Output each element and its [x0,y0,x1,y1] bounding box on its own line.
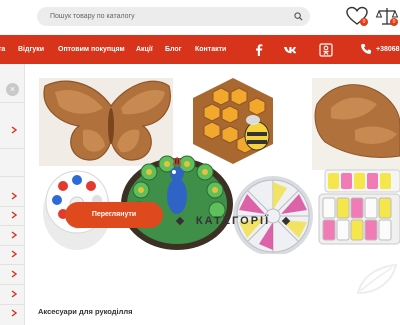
butterfly-tray-image [39,78,173,166]
wishlist-count-badge: 0 [360,18,368,26]
search-icon[interactable] [294,12,303,21]
nav-item-blog[interactable]: Блог [165,35,182,64]
nav-item-contacts[interactable]: Контакти [195,35,226,64]
sidebar-divider [0,284,25,285]
sidebar-divider [0,148,25,149]
main-content: Переглянути [25,64,400,325]
chevron-right-icon[interactable] [10,309,18,317]
search-input[interactable] [37,7,287,26]
categories-heading: КАТЕГОРІЇ [173,213,293,229]
categories-title-text: КАТЕГОРІЇ [195,215,271,227]
chevron-right-icon[interactable] [10,126,18,134]
chevron-right-icon[interactable] [10,270,18,278]
main-nav: та Відгуки Оптовим покупцям Акції Блог К… [0,35,400,64]
nav-item-partial[interactable]: та [0,35,5,64]
nav-phone-number[interactable]: +38068 [376,35,400,64]
compare-button[interactable]: 0 [375,5,399,27]
nav-item-wholesale[interactable]: Оптовим покупцям [58,35,125,64]
sidebar-divider [0,206,25,207]
chevron-right-icon[interactable] [10,231,18,239]
sidebar-divider [0,102,25,103]
phone-icon [361,44,371,54]
nav-item-reviews[interactable]: Відгуки [18,35,44,64]
chevron-right-icon[interactable] [10,211,18,219]
nav-item-sales[interactable]: Акції [136,35,153,64]
leaf-ornament-icon [356,263,398,295]
top-header: 0 0 [0,0,400,35]
facebook-icon[interactable] [251,42,267,58]
sidebar-divider [0,245,25,246]
sidebar-divider [0,264,25,265]
wooden-tray-image [312,78,400,170]
chevron-right-icon[interactable] [10,290,18,298]
compare-count-badge: 0 [390,18,398,26]
vk-icon[interactable] [283,42,299,58]
search-bar [37,7,310,26]
diamond-icon [281,216,291,226]
sidebar-divider [0,225,25,226]
odnoklassniki-icon[interactable] [318,42,334,58]
wishlist-button[interactable]: 0 [345,5,369,27]
category-name-accessories[interactable]: Аксесуари для рукоділля [38,307,133,316]
honeycomb-tray-image [193,78,273,164]
diamond-icon [175,216,185,226]
bead-boxes-image [318,169,400,245]
sidebar-close-button[interactable]: × [6,83,19,96]
category-sidebar: × [0,64,25,325]
chevron-right-icon[interactable] [10,192,18,200]
chevron-right-icon[interactable] [10,250,18,258]
view-products-button[interactable]: Переглянути [65,202,163,228]
sidebar-divider [0,304,25,305]
sidebar-divider [0,176,25,177]
